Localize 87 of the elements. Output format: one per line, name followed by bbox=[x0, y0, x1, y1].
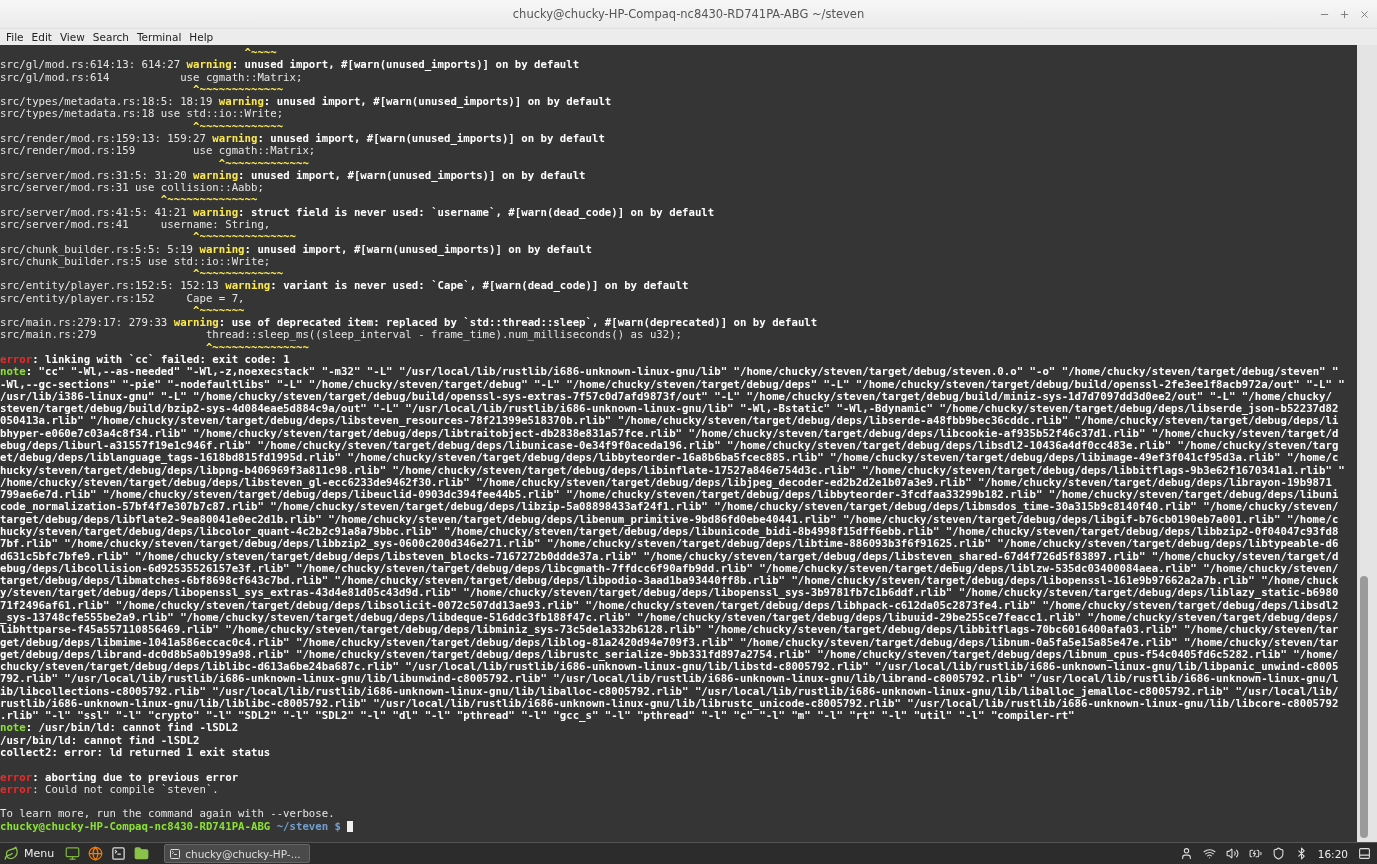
scrollbar-thumb[interactable] bbox=[1360, 576, 1368, 838]
terminal-line: collect2: error: ld returned 1 exit status bbox=[0, 746, 272, 759]
menu-item[interactable]: File bbox=[2, 31, 28, 43]
terminal-line: ebug/deps/libcollision-6d92535526157e3f.rlib" "/home/chucky/steven/target/debug/deps/libcgmath-7ffdcc6f90afb9dd.rlib" "/home/chucky/steven/target/debug/deps/liblzw-535dc03400084aea.rlib" "/home/chucky/steven/ bbox=[0, 561, 1340, 575]
terminal-line: src/server/mod.rs:31 use collision::Aabb; bbox=[0, 181, 265, 194]
terminal-line: To learn more, run the command again with --verbose. bbox=[0, 807, 336, 820]
menu-item[interactable]: View bbox=[55, 31, 89, 43]
taskbar-task[interactable]: chucky@chucky-HP-... bbox=[164, 844, 310, 863]
terminal-line: src/server/mod.rs:31:5: 31:20 warning: unused import, #[warn(unused_imports)] on by default bbox=[0, 168, 587, 182]
terminal-line: src/entity/player.rs:152:5: 152:13 warning: variant is never used: `Cape`, #[warn(dead_code)] on by default bbox=[0, 279, 690, 292]
window-title: chucky@chucky-HP-Compaq-nc8430-RD741PA-ABG ~/steven bbox=[512, 7, 865, 21]
terminal-line: src/main.rs:279:17: 279:33 warning: use of deprecated item: replaced by `std::thread::sleep`, #[warn(deprecated)] on by default bbox=[0, 316, 819, 329]
terminal-line: src/chunk_builder.rs:5:5: 5:19 warning: unused import, #[warn(unused_imports)] on by default bbox=[0, 242, 593, 255]
close-icon[interactable] bbox=[1358, 8, 1370, 20]
terminal-line: error: linking with `cc` failed: exit code: 1 bbox=[0, 353, 291, 366]
terminal-line: chucky/steven/target/debug/deps/liblibc-d613a6be24ba687c.rlib" "/usr/local/lib/rustlib/i686-unknown-linux-gnu/lib/libstd-c8005792.rlib" "/usr/local/lib/rustlib/i686-unknown-linux-gnu/lib/libpanic_unwind-c8005 bbox=[0, 660, 1340, 673]
terminal-line: ^~~~~~~~~~~~~~~~ bbox=[192, 230, 297, 243]
terminal-line: bhyper-e060e7c03a4c8f34.rlib" "/home/chucky/steven/target/debug/deps/libtraitobject-db2838e831a57fce.rlib" "/home/chucky/steven/target/debug/deps/libcookie-af935b52f46c37d1.rlib" "/home/chucky/steven/target/d bbox=[0, 426, 1340, 439]
terminal-line: /usr/bin/ld: cannot find -lSDL2 bbox=[0, 733, 200, 747]
terminal-line: src/chunk_builder.rs:5 use std::io::Write; bbox=[0, 254, 272, 268]
terminal-line: error: aborting due to previous error bbox=[0, 770, 240, 783]
menu-item[interactable]: Terminal bbox=[132, 31, 186, 43]
terminal-line: src/main.rs:279 thread::sleep_ms((sleep_interval - frame_time).num_milliseconds() as u32); bbox=[0, 328, 684, 341]
terminal-line: src/entity/player.rs:152 Cape = 7, bbox=[0, 291, 246, 304]
terminal-line: 050413a.rlib" "/home/chucky/steven/target/debug/deps/libsteven_resources-78f21399e518370b.rlib" "/home/chucky/steven/target/debug/deps/libserde-a48fbb9bec36cddc.rlib" "/home/chucky/steven/target/debug/deps/li bbox=[0, 414, 1340, 427]
terminal-line: ^~~~~~~~~~~~~~~ bbox=[159, 193, 259, 206]
terminal-line: target/debug/deps/libmatches-6bf8698cf643c7bd.rlib" "/home/chucky/steven/target/debug/deps/libpodio-3aad1ba93440ff8b.rlib" "/home/chucky/steven/target/debug/deps/libopenssl-161e9b97662a2a7b.rlib" "/home/chuck bbox=[0, 574, 1340, 587]
menu-item[interactable]: Search bbox=[88, 31, 133, 43]
terminal-line: code_normalization-57bf4f7e307b7c87.rlib" "/home/chucky/steven/target/debug/deps/libzip-5a08898433af24f1.rlib" "/home/chucky/steven/target/debug/deps/libmsdos_time-30a315b9c8140f40.rlib" "/home/chucky/steven/ bbox=[0, 500, 1340, 513]
clock[interactable]: 16:20 bbox=[1315, 847, 1350, 860]
terminal-line: y/steven/target/debug/deps/libopenssl_sys_extras-43d4e81d05c43d9d.rlib" "/home/chucky/steven/target/debug/deps/libopenssl_sys-3b9781fb7c1b6ddf.rlib" "/home/chucky/steven/target/debug/deps/liblazy_static-b6980 bbox=[0, 586, 1340, 599]
terminal-line: /home/chucky/steven/target/debug/deps/libsteven_gl-ecc6233de9462f30.rlib" "/home/chucky/steven/target/debug/deps/libjpeg_decoder-ed2b2d2e1b07a3e9.rlib" "/home/chucky/steven/target/debug/deps/librayon-19b9871 bbox=[0, 475, 1332, 489]
terminal-line: src/render/mod.rs:159:13: 159:27 warning: unused import, #[warn(unused_imports)] on by default bbox=[0, 131, 606, 145]
battery-icon[interactable] bbox=[1248, 847, 1262, 860]
terminal-line: d631c5bfc7bfe9.rlib" "/home/chucky/steven/target/debug/deps/libsteven_blocks-7167272b0ddde37a.rlib" "/home/chucky/steven/target/debug/deps/libsteven_shared-67d4f726d5f83897.rlib" "/home/chucky/steven/target/d bbox=[0, 549, 1340, 562]
terminal-line: note: "cc" "-Wl,--as-needed" "-Wl,-z,noexecstack" "-m32" "-L" "/usr/local/lib/rustlib/i686-unknown-linux-gnu/lib" "/home/chucky/steven/target/debug/steven.0.o" "-o" "/home/chucky/steven/target/debug/steven" " bbox=[0, 365, 1340, 378]
terminal-line: ^~~~~ bbox=[243, 46, 278, 59]
terminal-line: hucky/steven/target/debug/deps/libpng-b406969f3a811c98.rlib" "/home/chucky/steven/target/debug/deps/libinflate-17527a846e754d3c.rlib" "/home/chucky/steven/target/debug/deps/libbitflags-9b3e62f1670341a1.rlib" " bbox=[0, 463, 1346, 476]
menu-item[interactable]: Help bbox=[185, 31, 218, 43]
terminal-line: note: /usr/bin/ld: cannot find -lSDL2 bbox=[0, 721, 240, 734]
monitor-icon[interactable] bbox=[65, 846, 81, 861]
terminal-line: 792.rlib" "/usr/local/lib/rustlib/i686-unknown-linux-gnu/lib/libunwind-c8005792.rlib" "/usr/local/lib/rustlib/i686-unknown-linux-gnu/lib/librand-c8005792.rlib" "/usr/local/lib/rustlib/i686-unknown-linux-gnu/l bbox=[0, 672, 1340, 685]
user-icon[interactable] bbox=[1179, 847, 1193, 860]
terminal-line: ^~~~~~~~~~~~~~~~ bbox=[204, 340, 309, 354]
terminal-icon[interactable] bbox=[111, 846, 127, 861]
terminal-line: 71f2496af61.rlib" "/home/chucky/steven/target/debug/deps/libsolicit-0072c507dd13ae93.rlib" "/home/chucky/steven/target/debug/deps/libhpack-c612da05c2873fe4.rlib" "/home/chucky/steven/target/debug/deps/libsdl2 bbox=[0, 598, 1340, 611]
menu-item[interactable]: Edit bbox=[27, 31, 56, 43]
terminal-line: src/render/mod.rs:159 use cgmath::Matrix; bbox=[0, 144, 317, 157]
show-desktop-icon[interactable] bbox=[1358, 847, 1371, 860]
terminal-line: 799ae6e7d.rlib" "/home/chucky/steven/target/debug/deps/libeuclid-0903dc394fee44b5.rlib" "/home/chucky/steven/target/debug/deps/libbyteorder-3fcdfaa33299b182.rlib" "/home/chucky/steven/target/debug/deps/libuni bbox=[0, 488, 1340, 501]
menu-button[interactable]: Menu bbox=[4, 844, 59, 863]
terminal-line: get/debug/deps/librand-dc0d8b5a0b199a98.rlib" "/home/chucky/steven/target/debug/deps/librustc_serialize-9bb331fd897a2754.rlib" "/home/chucky/steven/target/debug/deps/libnum_cpus-f54c0405fd6c5282.rlib" "/home/ bbox=[0, 647, 1340, 661]
terminal-line: steven/target/debug/build/bzip2-sys-4d084eae5d884c9a/out" "-L" "/usr/local/lib/rustlib/i686-unknown-linux-gnu/lib" "-Wl,-Bstatic" "-Wl,-Bdynamic" "/home/chucky/steven/target/debug/deps/libserde_json-b52237d82 bbox=[0, 402, 1340, 415]
terminal-line: src/server/mod.rs:41:5: 41:21 warning: struct field is never used: `username`, #[warn(dead_code)] on by default bbox=[0, 205, 716, 218]
terminal-line: ib/libcollections-c8005792.rlib" "/usr/local/lib/rustlib/i686-unknown-linux-gnu/lib/liballoc-c8005792.rlib" "/usr/local/lib/rustlib/i686-unknown-linux-gnu/lib/liballoc_jemalloc-c8005792.rlib" "/usr/local/lib/ bbox=[0, 684, 1340, 697]
terminal-line: error: Could not compile `steven`. bbox=[0, 782, 220, 796]
terminal-line: -Wl,--gc-sections" "-pie" "-nodefaultlibs" "-L" "/home/chucky/steven/target/debug" "-L" "/home/chucky/steven/target/debug/deps" "-L" "/home/chucky/steven/target/debug/build/openssl-2fe3ee1f8acb972a/out" "-L" " bbox=[0, 377, 1346, 390]
terminal-line: src/types/metadata.rs:18 use std::io::Write; bbox=[0, 107, 285, 120]
leaf-icon bbox=[4, 846, 19, 861]
terminal-line: src/server/mod.rs:41 username: String, bbox=[0, 217, 272, 231]
terminal-line: hucky/steven/target/debug/deps/libcolor_quant-4c2b2c91a8a79bbc.rlib" "/home/chucky/steven/target/debug/deps/libunicode_bidi-8b4998f15dff6ebb.rlib" "/home/chucky/steven/target/debug/deps/libbzip2-0f04047c93fd8 bbox=[0, 524, 1340, 538]
terminal-line: /usr/lib/i386-linux-gnu" "-L" "/home/chucky/steven/target/debug/build/openssl-sys-extras-7f57c0d7afd9873f/out" "-L" "/home/chucky/steven/target/debug/build/miniz-sys-1d7d7097dd3d0ee2/out" "-L" "/home/chucky/ bbox=[0, 389, 1332, 403]
terminal-line: ^~~~~~~~~~~~~~ bbox=[217, 156, 310, 169]
terminal-line: ^~~~~~~~~~~~~~ bbox=[192, 267, 284, 280]
folder-icon[interactable] bbox=[134, 846, 150, 861]
wifi-icon[interactable] bbox=[1202, 847, 1216, 860]
terminal-line: ebug/deps/liburl-a31557f19e1c946f.rlib" "/home/chucky/steven/target/debug/deps/libunicase-0e34f9f0aceda196.rlib" "/home/chucky/steven/target/debug/deps/libsdl2-10436a4df0cc483e.rlib" "/home/chucky/steven/targ bbox=[0, 439, 1340, 452]
terminal-line: libhttparse-f45a557110856469.rlib" "/home/chucky/steven/target/debug/deps/libminiz_sys-73c5de1a332b6128.rlib" "/home/chucky/steven/target/debug/deps/libbitflags-70bc6016400afa03.rlib" "/home/chucky/steven/tar bbox=[0, 623, 1340, 636]
terminal-line: 7bf.rlib" "/home/chucky/steven/target/debug/deps/libbzip2_sys-0600c200d346e271.rlib" "/home/chucky/steven/target/debug/deps/libtime-886093b3f6f91625.rlib" "/home/chucky/steven/target/debug/deps/libtypeable-d6 bbox=[0, 537, 1340, 550]
volume-icon[interactable] bbox=[1225, 847, 1239, 860]
terminal-line: et/debug/deps/liblanguage_tags-1618bd815fd1995d.rlib" "/home/chucky/steven/target/debug/deps/libbyteorder-16a8b6ba5fcec885.rlib" "/home/chucky/steven/target/debug/deps/libimage-49ef3f041cf95d3a.rlib" "/home/c bbox=[0, 451, 1340, 464]
shield-icon[interactable] bbox=[1271, 847, 1285, 860]
terminal-line: ^~~~~~~~~~~~~~ bbox=[192, 82, 284, 96]
terminal-line: _sys-13748cfe555be2a9.rlib" "/home/chucky/steven/target/debug/deps/libdeque-516ddc3fb188f47c.rlib" "/home/chucky/steven/target/debug/deps/libuuid-29be255ce7feacc1.rlib" "/home/chucky/steven/target/debug/deps/ bbox=[0, 610, 1340, 624]
terminal-line: src/types/metadata.rs:18:5: 18:19 warning: unused import, #[warn(unused_imports)] on by default bbox=[0, 95, 613, 108]
terminal-line: rustlib/i686-unknown-linux-gnu/lib/liblibc-c8005792.rlib" "/usr/local/lib/rustlib/i686-unknown-linux-gnu/lib/librustc_unicode-c8005792.rlib" "/usr/local/lib/rustlib/i686-unknown-linux-gnu/lib/libcore-c8005792 bbox=[0, 696, 1340, 710]
terminal-line: .rlib" "-l" "ssl" "-l" "crypto" "-l" "SDL2" "-l" "SDL2" "-l" "dl" "-l" "pthread" "-l" "gcc_s" "-l" "pthread" "-l" "c" "-l" "m" "-l" "rt" "-l" "util" "-l" "compiler-rt" bbox=[0, 709, 1075, 722]
terminal-line: src/gl/mod.rs:614 use cgmath::Matrix; bbox=[0, 70, 304, 83]
globe-icon[interactable] bbox=[88, 846, 104, 861]
terminal-icon bbox=[169, 847, 182, 860]
maximize-icon[interactable] bbox=[1338, 8, 1350, 20]
terminal-line: ^~~~~~~~ bbox=[193, 303, 246, 317]
terminal-line: get/debug/deps/libmime-1041a586eccac0c4.rlib" "/home/chucky/steven/target/debug/deps/liblog-81a2420d94e709f3.rlib" "/home/chucky/steven/target/debug/deps/libnum-0a5fa5e15a85e47e.rlib" "/home/chucky/steven/tar bbox=[0, 635, 1340, 648]
terminal-line: src/gl/mod.rs:614:13: 614:27 warning: unused import, #[warn(unused_imports)] on by default bbox=[0, 58, 581, 71]
terminal-line: chucky@chucky-HP-Compaq-nc8430-RD741PA-ABG ~/steven $ bbox=[0, 819, 1357, 832]
terminal-line: target/debug/deps/libflate2-9ea80041e0ec2d1b.rlib" "/home/chucky/steven/target/debug/deps/libenum_primitive-9bd86fd0ebe40441.rlib" "/home/chucky/steven/target/debug/deps/libgif-b76cb0190eb7a001.rlib" "/home/c bbox=[0, 512, 1340, 525]
terminal-line: ^~~~~~~~~~~~~~ bbox=[192, 119, 285, 132]
